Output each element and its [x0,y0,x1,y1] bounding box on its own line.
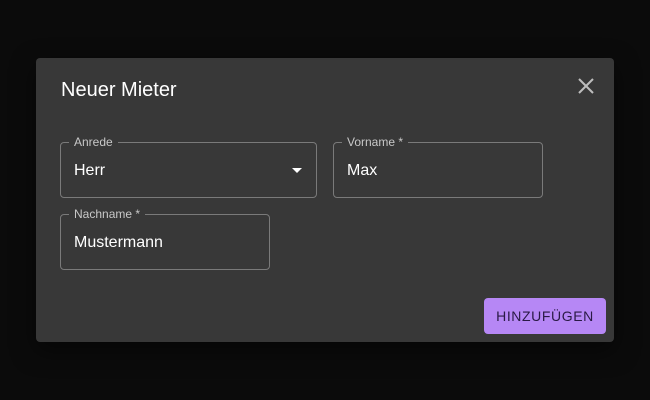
salutation-value: Herr [74,162,106,179]
salutation-select[interactable]: Anrede Herr [60,135,317,198]
last-name-value[interactable]: Mustermann [74,234,163,252]
new-tenant-dialog: Neuer Mieter Anrede Herr Vorname * Max N… [36,58,614,342]
salutation-label: Anrede [69,135,118,149]
dialog-title: Neuer Mieter [61,79,177,101]
add-button[interactable]: HINZUFÜGEN [484,298,606,334]
dropdown-arrow-icon [292,168,302,173]
last-name-field[interactable]: Nachname * Mustermann [60,207,270,270]
first-name-label: Vorname * [342,135,409,149]
first-name-value[interactable]: Max [347,162,377,180]
first-name-field[interactable]: Vorname * Max [333,135,543,198]
close-icon[interactable] [576,76,596,96]
last-name-label: Nachname * [69,207,146,221]
